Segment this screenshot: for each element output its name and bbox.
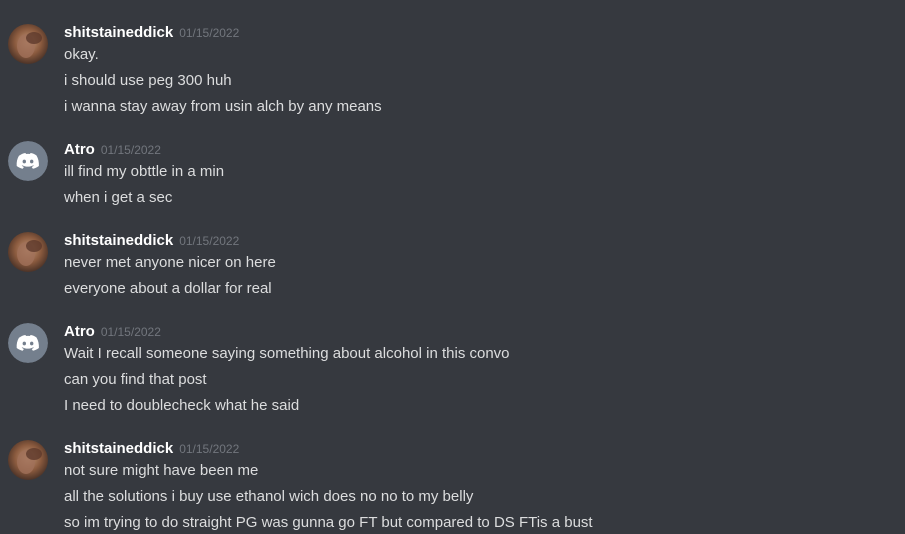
message-text: i should use peg 300 huh [64, 72, 232, 89]
message-text: can you find that post [64, 371, 207, 388]
message-header: shitstaineddick 01/15/2022 [64, 232, 239, 252]
chat-message-list: shitstaineddick 01/15/2022 okay. i should… [0, 0, 905, 534]
message-text: okay. [64, 46, 99, 63]
username[interactable]: shitstaineddick [64, 24, 173, 41]
message-text: all the solutions i buy use ethanol wich… [64, 488, 474, 505]
discord-logo-icon [8, 141, 48, 181]
message-text: so im trying to do straight PG was gunna… [64, 514, 593, 531]
message-text: everyone about a dollar for real [64, 280, 272, 297]
username[interactable]: Atro [64, 323, 95, 340]
timestamp: 01/15/2022 [179, 234, 240, 248]
message-text: never met anyone nicer on here [64, 254, 276, 271]
avatar[interactable] [8, 440, 48, 480]
message-header: shitstaineddick 01/15/2022 [64, 440, 239, 460]
discord-logo-icon [8, 323, 48, 363]
username[interactable]: shitstaineddick [64, 232, 173, 249]
username[interactable]: Atro [64, 141, 95, 158]
message-text: i wanna stay away from usin alch by any … [64, 98, 382, 115]
timestamp: 01/15/2022 [100, 325, 161, 339]
photo-avatar-icon [8, 24, 48, 64]
username[interactable]: shitstaineddick [64, 440, 173, 457]
message-text: not sure might have been me [64, 462, 259, 479]
photo-avatar-icon [8, 440, 48, 480]
message-text: Wait I recall someone saying something a… [64, 345, 510, 362]
timestamp: 01/15/2022 [179, 26, 240, 40]
message-header: Atro 01/15/2022 [64, 141, 161, 161]
timestamp: 01/15/2022 [100, 143, 161, 157]
message-text: ill find my obttle in a min [64, 163, 225, 180]
avatar[interactable] [8, 232, 48, 272]
message-text: I need to doublecheck what he said [64, 397, 300, 414]
avatar[interactable] [8, 323, 48, 363]
timestamp: 01/15/2022 [179, 442, 240, 456]
photo-avatar-icon [8, 232, 48, 272]
message-text: when i get a sec [64, 189, 173, 206]
message-header: shitstaineddick 01/15/2022 [64, 24, 239, 44]
avatar[interactable] [8, 24, 48, 64]
avatar[interactable] [8, 141, 48, 181]
message-header: Atro 01/15/2022 [64, 323, 161, 343]
